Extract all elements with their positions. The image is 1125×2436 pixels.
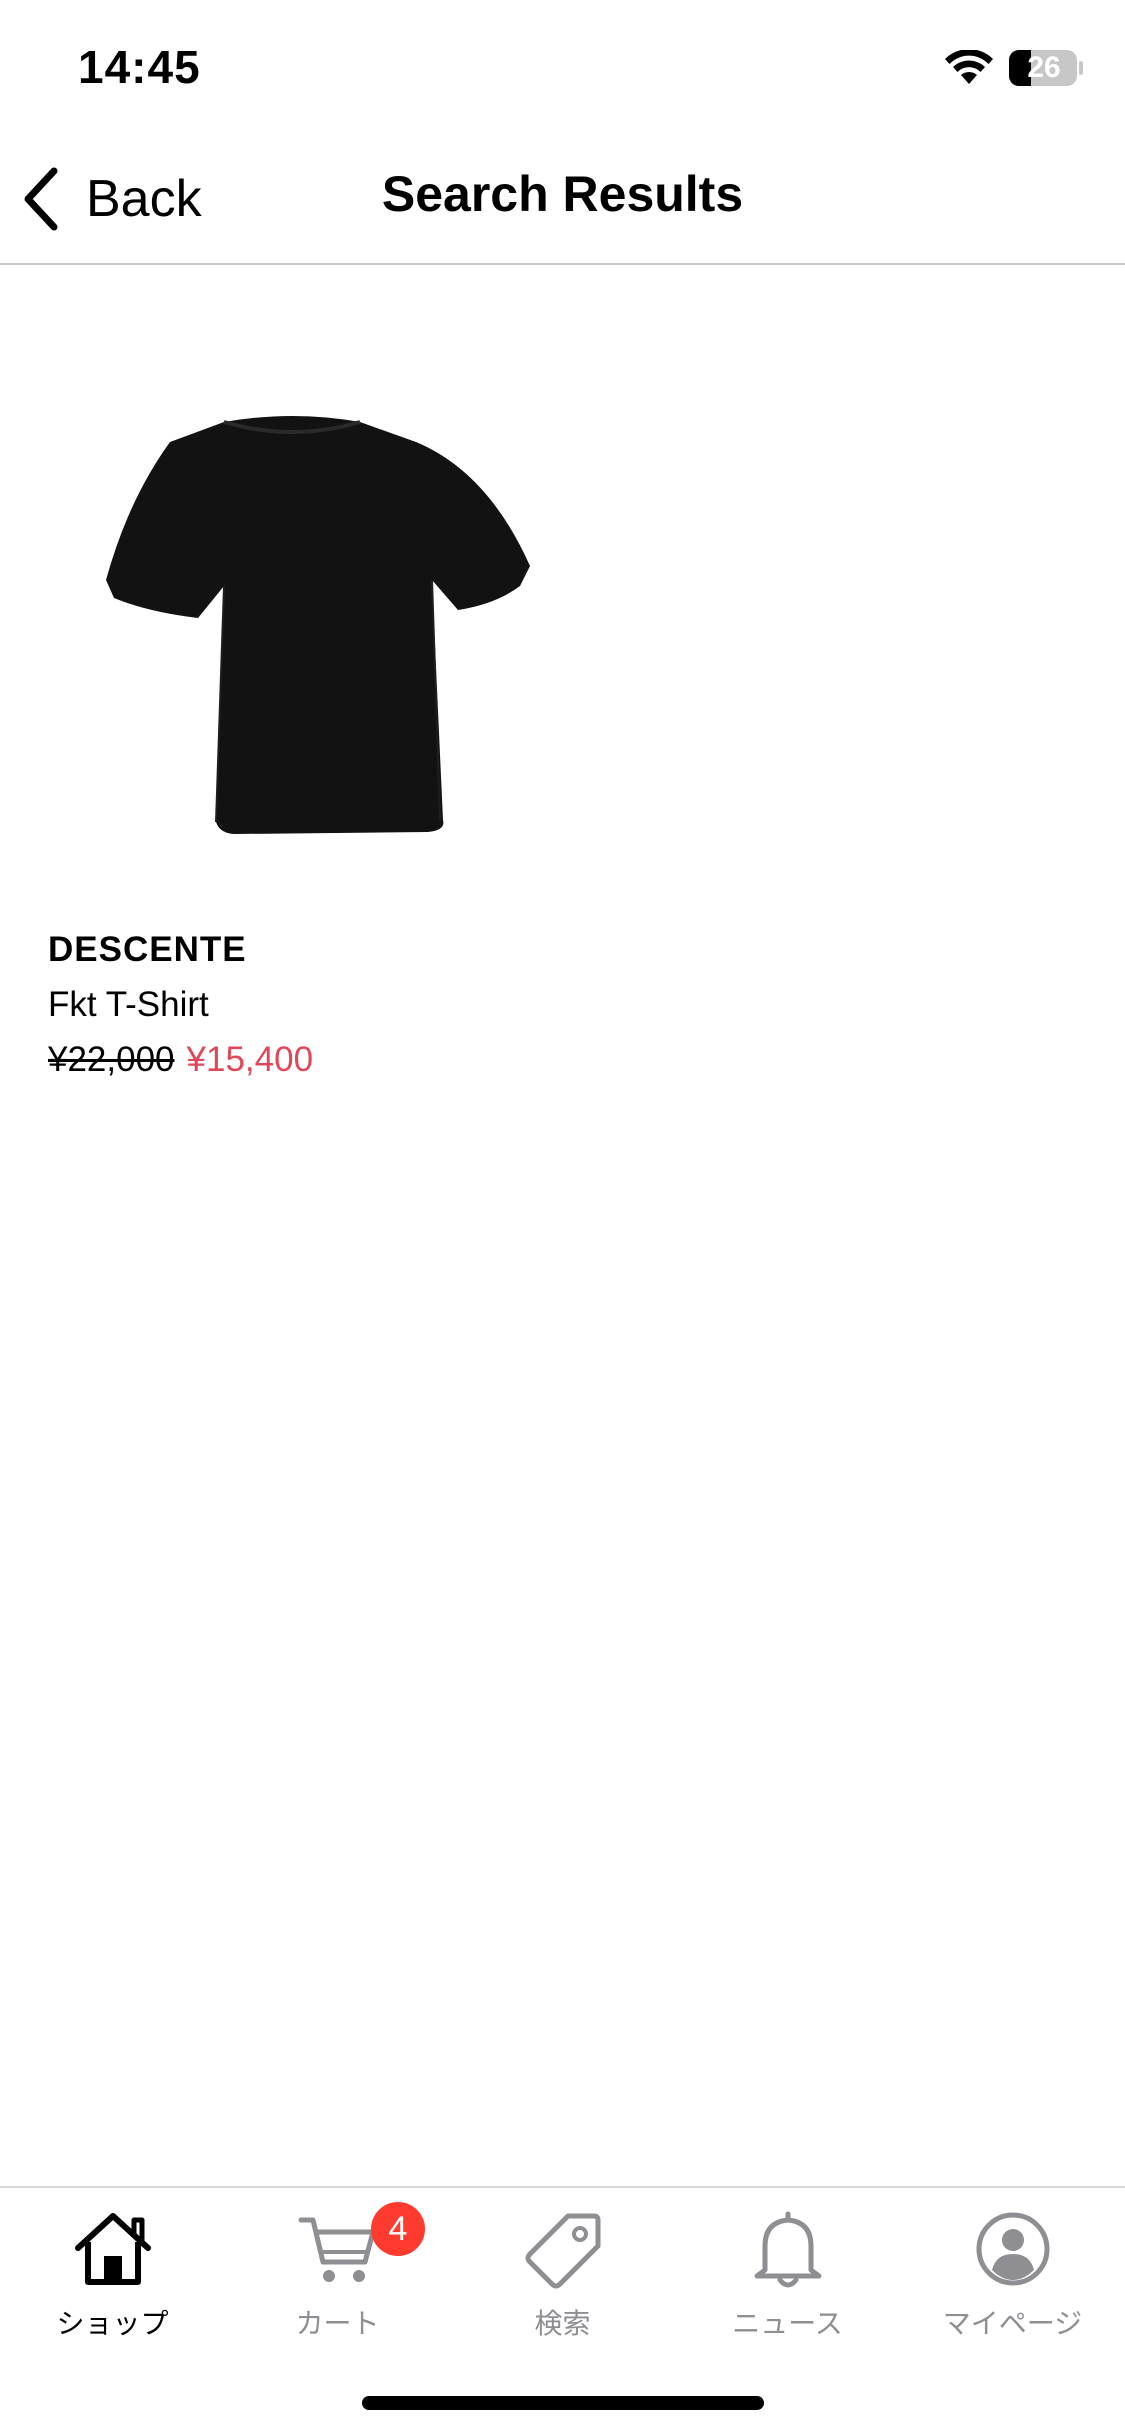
wifi-icon — [945, 50, 993, 84]
status-bar: 14:45 26 — [0, 0, 1125, 135]
tab-search[interactable]: 検索 — [450, 2208, 675, 2358]
battery-level: 26 — [1027, 51, 1061, 84]
home-icon — [75, 2213, 151, 2285]
tab-shop[interactable]: ショップ — [0, 2208, 225, 2358]
tab-label: ニュース — [732, 2308, 843, 2339]
cart-icon — [298, 2217, 376, 2282]
status-time: 14:45 — [78, 41, 201, 93]
tab-label: カート — [295, 2308, 380, 2339]
tag-icon — [525, 2213, 601, 2289]
cart-badge: 4 — [371, 2202, 425, 2256]
tab-label: 検索 — [534, 2308, 591, 2339]
tab-my-page[interactable]: マイページ — [900, 2208, 1125, 2358]
product-name: Fkt T-Shirt — [48, 985, 209, 1024]
tab-news[interactable]: ニュース — [675, 2208, 900, 2358]
profile-icon — [976, 2212, 1050, 2286]
product-card[interactable]: DESCENTE Fkt T-Shirt ¥22,000 ¥15,400 — [0, 300, 562, 1100]
navigation-bar: Back Search Results — [0, 135, 1125, 265]
tab-label: マイページ — [942, 2308, 1083, 2339]
black-tshirt-image — [106, 416, 530, 834]
bell-icon — [754, 2211, 822, 2288]
sale-price: ¥15,400 — [186, 1040, 314, 1079]
product-brand: DESCENTE — [48, 930, 247, 969]
tab-label: ショップ — [56, 2308, 169, 2339]
tab-cart[interactable]: 4 カート — [225, 2202, 450, 2358]
price-row: ¥22,000 ¥15,400 — [48, 1040, 313, 1080]
home-indicator — [362, 2396, 764, 2410]
page-title: Search Results — [381, 166, 744, 222]
original-price: ¥22,000 — [48, 1040, 175, 1079]
